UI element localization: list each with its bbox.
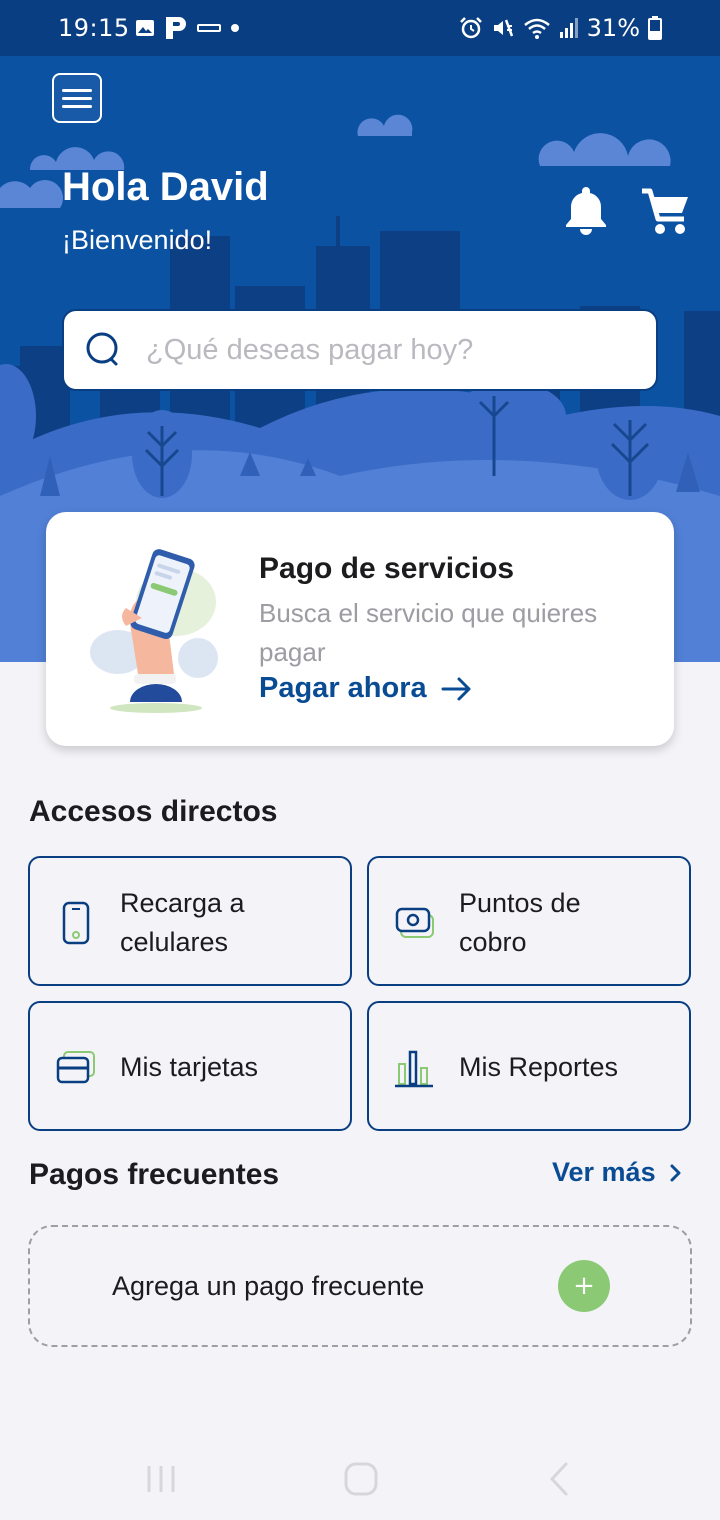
chart-icon <box>395 1050 433 1088</box>
status-right-icons: 31% <box>459 14 662 42</box>
see-more-label: Ver más <box>552 1157 656 1187</box>
service-description: Busca el servicio que quieres pagar <box>259 598 598 667</box>
welcome-subtitle: ¡Bienvenido! <box>62 225 213 255</box>
wifi-icon <box>523 18 550 39</box>
cart-icon <box>642 188 688 234</box>
dot-icon <box>231 24 239 32</box>
greeting-title: Hola David <box>62 165 269 209</box>
parking-icon <box>166 17 186 39</box>
frequent-payments-title: Pagos frecuentes <box>29 1158 280 1191</box>
shortcut-my-cards[interactable]: Mis tarjetas <box>28 1001 352 1131</box>
notifications-button[interactable] <box>563 185 609 237</box>
shortcut-label: Recarga a <box>120 888 245 918</box>
search-input[interactable] <box>146 333 626 367</box>
signal-icon <box>559 18 578 38</box>
status-left-icons <box>135 16 241 40</box>
recent-apps-icon[interactable] <box>146 1464 176 1494</box>
cash-icon <box>395 907 434 938</box>
bell-icon <box>566 187 606 235</box>
shortcut-label: cobro <box>459 927 527 957</box>
search-bar[interactable] <box>62 309 658 391</box>
status-bar: 19:15 31% <box>0 0 720 56</box>
shortcut-payment-points[interactable]: Puntos de cobro <box>367 856 691 986</box>
menu-icon-line <box>62 88 92 92</box>
mute-icon <box>493 19 513 37</box>
phone-icon <box>62 901 90 945</box>
shortcut-label: Puntos de <box>459 888 581 918</box>
cart-button[interactable] <box>640 185 692 237</box>
image-icon <box>136 20 154 36</box>
service-title: Pago de servicios <box>259 552 515 585</box>
system-nav-bar <box>0 1440 720 1520</box>
add-frequent-payment-label: Agrega un pago frecuente <box>112 1271 425 1301</box>
add-button[interactable]: + <box>558 1260 610 1312</box>
alarm-icon <box>459 17 482 39</box>
shortcut-mobile-recharge[interactable]: Recarga a celulares <box>28 856 352 986</box>
card-icon <box>56 1051 95 1084</box>
menu-icon-line <box>62 104 92 108</box>
shortcut-label: Mis Reportes <box>459 1052 619 1082</box>
back-icon[interactable] <box>548 1462 570 1496</box>
arrow-right-icon <box>441 677 471 700</box>
pay-now-link[interactable]: Pagar ahora <box>259 672 473 705</box>
menu-button[interactable] <box>52 73 102 123</box>
shortcut-my-reports[interactable]: Mis Reportes <box>367 1001 691 1131</box>
pay-now-label: Pagar ahora <box>259 672 427 704</box>
menu-icon-line <box>62 96 92 100</box>
add-frequent-payment-card[interactable]: Agrega un pago frecuente + <box>28 1225 692 1347</box>
turbo-icon <box>197 24 221 32</box>
shortcut-label: Mis tarjetas <box>120 1052 259 1082</box>
shortcut-label: celulares <box>120 927 229 957</box>
hand-phone-illustration <box>90 549 218 713</box>
service-payment-card[interactable]: Pago de servicios Busca el servicio que … <box>46 512 674 746</box>
battery-icon <box>648 16 662 40</box>
shortcuts-title: Accesos directos <box>29 795 278 828</box>
search-icon <box>86 332 118 366</box>
battery-percent: 31% <box>586 14 640 42</box>
status-time: 19:15 <box>58 14 130 42</box>
chevron-right-icon <box>670 1164 681 1181</box>
home-icon[interactable] <box>344 1462 378 1496</box>
see-more-link[interactable]: Ver más <box>552 1157 682 1188</box>
